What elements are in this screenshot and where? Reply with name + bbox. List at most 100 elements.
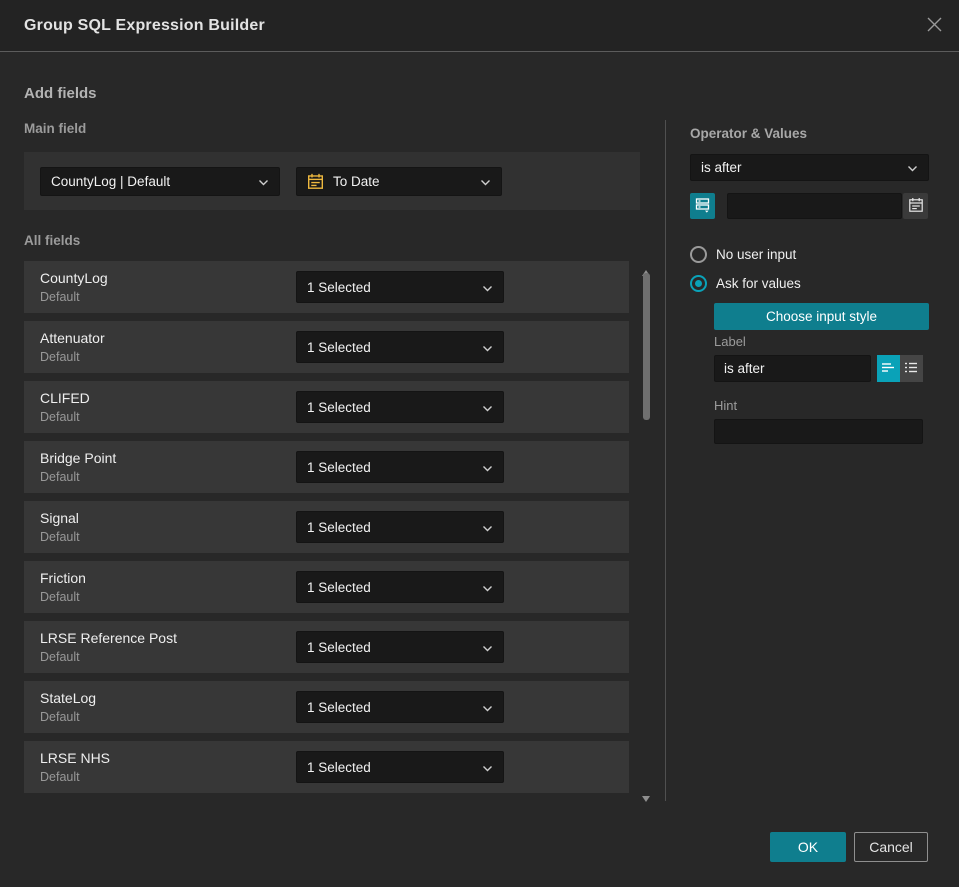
close-icon [925,15,944,39]
chevron-down-icon [482,580,493,595]
field-selected-dropdown[interactable]: 1 Selected [296,571,504,603]
field-selected-value: 1 Selected [307,399,371,415]
field-selected-value: 1 Selected [307,579,371,595]
close-button[interactable] [921,14,947,40]
field-subtitle: Default [40,410,80,424]
all-fields-heading: All fields [24,233,81,248]
field-selected-dropdown[interactable]: 1 Selected [296,271,504,303]
dialog-header: Group SQL Expression Builder [0,0,959,52]
value-source-button[interactable] [690,193,715,219]
radio-no-user-input-label: No user input [716,246,797,262]
hint-field-label: Hint [714,398,738,413]
field-selected-dropdown[interactable]: 1 Selected [296,511,504,543]
radio-unselected-icon [690,245,707,263]
field-subtitle: Default [40,470,80,484]
chevron-down-icon [907,160,918,175]
chevron-down-icon [482,520,493,535]
field-selected-value: 1 Selected [307,279,371,295]
field-selected-dropdown[interactable]: 1 Selected [296,691,504,723]
radio-ask-for-values-label: Ask for values [716,275,801,291]
field-selected-dropdown[interactable]: 1 Selected [296,451,504,483]
value-input[interactable] [727,193,902,219]
date-field-dropdown[interactable]: To Date [296,167,502,196]
align-left-icon [881,361,896,377]
field-name: Bridge Point [40,450,117,466]
radio-selected-icon [690,274,707,292]
field-subtitle: Default [40,350,80,364]
field-selected-dropdown[interactable]: 1 Selected [296,331,504,363]
chevron-down-icon [482,760,493,775]
field-row: Attenuator Default 1 Selected [24,321,629,373]
field-row: Bridge Point Default 1 Selected [24,441,629,493]
field-row: StateLog Default 1 Selected [24,681,629,733]
chevron-down-icon [258,174,269,189]
radio-ask-for-values[interactable]: Ask for values [690,274,801,292]
ok-button[interactable]: OK [770,832,846,862]
chevron-down-icon [482,280,493,295]
bullet-list-icon [904,361,919,377]
field-row: LRSE Reference Post Default 1 Selected [24,621,629,673]
group-sql-expression-builder-dialog: Group SQL Expression Builder Add fields … [0,0,959,887]
chevron-down-icon [482,340,493,355]
field-subtitle: Default [40,530,80,544]
operator-dropdown-value: is after [701,160,742,175]
operator-dropdown[interactable]: is after [690,154,929,181]
main-field-dropdown-value: CountyLog | Default [51,174,171,189]
field-row: Friction Default 1 Selected [24,561,629,613]
field-row: Signal Default 1 Selected [24,501,629,553]
label-input[interactable] [714,355,871,382]
field-name: LRSE Reference Post [40,630,177,646]
scroll-up-icon[interactable] [642,263,650,276]
field-subtitle: Default [40,590,80,604]
scroll-down-icon[interactable] [642,789,650,802]
chevron-down-icon [480,174,491,189]
scrollbar-thumb[interactable] [643,273,650,420]
choose-input-style-button[interactable]: Choose input style [714,303,929,330]
list-style-button[interactable] [900,355,923,382]
field-selected-value: 1 Selected [307,459,371,475]
label-field-label: Label [714,334,746,349]
field-name: Friction [40,570,86,586]
field-selected-value: 1 Selected [307,699,371,715]
single-value-style-button[interactable] [877,355,900,382]
field-selected-value: 1 Selected [307,759,371,775]
field-row: LRSE NHS Default 1 Selected [24,741,629,793]
all-fields-list: CountyLog Default 1 Selected Attenuator … [24,261,629,801]
stacked-rows-icon [694,196,711,216]
field-row: CLIFED Default 1 Selected [24,381,629,433]
field-selected-dropdown[interactable]: 1 Selected [296,391,504,423]
field-subtitle: Default [40,710,80,724]
dialog-title: Group SQL Expression Builder [24,16,265,34]
chevron-down-icon [482,400,493,415]
operator-values-heading: Operator & Values [690,126,808,141]
field-name: CountyLog [40,270,108,286]
chevron-down-icon [482,700,493,715]
chevron-down-icon [482,640,493,655]
radio-no-user-input[interactable]: No user input [690,245,796,263]
panel-divider [665,120,666,801]
field-subtitle: Default [40,650,80,664]
field-selected-dropdown[interactable]: 1 Selected [296,751,504,783]
main-field-panel: CountyLog | Default To Date [24,152,640,210]
field-selected-value: 1 Selected [307,339,371,355]
chevron-down-icon [482,460,493,475]
cancel-button[interactable]: Cancel [854,832,928,862]
field-subtitle: Default [40,770,80,784]
field-name: CLIFED [40,390,90,406]
list-scrollbar[interactable] [639,261,653,802]
calendar-icon [908,197,924,216]
field-row: CountyLog Default 1 Selected [24,261,629,313]
hint-input[interactable] [714,419,923,444]
field-name: Signal [40,510,79,526]
field-selected-dropdown[interactable]: 1 Selected [296,631,504,663]
field-name: StateLog [40,690,97,706]
main-field-dropdown[interactable]: CountyLog | Default [40,167,280,196]
date-field-dropdown-value: To Date [333,174,380,189]
field-subtitle: Default [40,290,80,304]
field-name: LRSE NHS [40,750,111,766]
field-selected-value: 1 Selected [307,519,371,535]
main-field-heading: Main field [24,121,87,136]
value-calendar-button[interactable] [903,193,928,219]
field-name: Attenuator [40,330,105,346]
input-style-toggle [877,355,923,382]
